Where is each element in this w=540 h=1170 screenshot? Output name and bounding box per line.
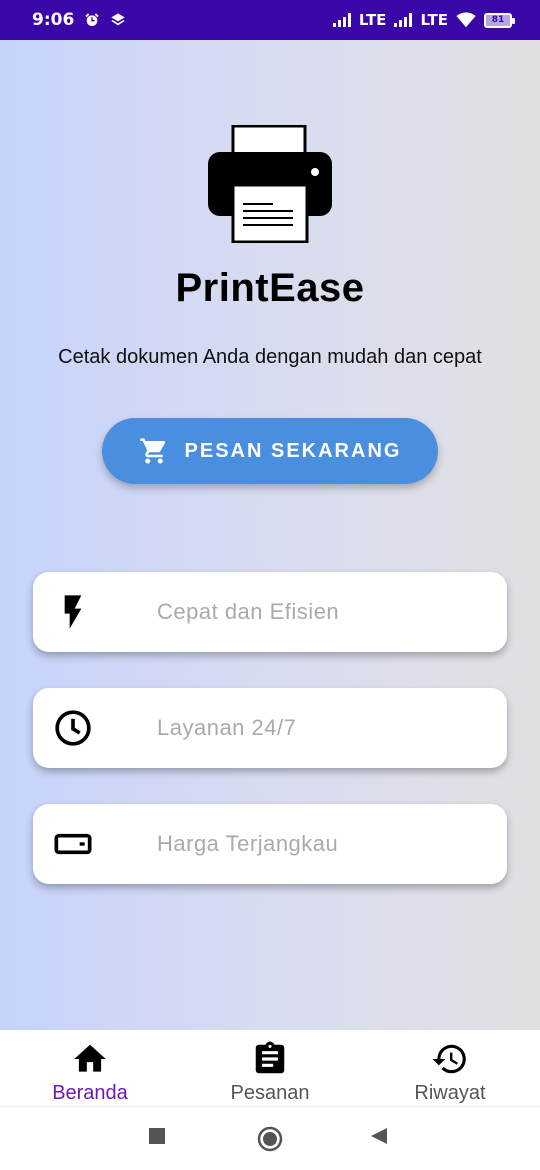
home-button[interactable]: [257, 1126, 283, 1152]
back-button[interactable]: [370, 1127, 388, 1145]
battery-level: 81: [491, 15, 505, 25]
battery-icon: 81: [484, 12, 515, 28]
wallet-icon: [54, 833, 92, 855]
nav-label: Beranda: [52, 1082, 128, 1104]
history-icon: [432, 1044, 466, 1074]
feature-label: Layanan 24/7: [157, 715, 297, 740]
feature-label: Cepat dan Efisien: [157, 599, 340, 624]
nav-label: Pesanan: [230, 1082, 310, 1104]
app-tagline: Cetak dokumen Anda dengan mudah dan cepa…: [58, 346, 482, 368]
clock-icon: [55, 710, 91, 746]
wifi-icon: [456, 12, 476, 28]
layers-icon: [111, 13, 125, 26]
recents-button[interactable]: [148, 1127, 166, 1145]
status-left: 9:06: [32, 10, 126, 30]
network-label-2: LTE: [420, 11, 448, 29]
main-content: PrintEase Cetak dokumen Anda dengan muda…: [0, 40, 540, 1030]
nav-item-riwayat[interactable]: Riwayat: [360, 1030, 540, 1106]
feature-card-service: Layanan 24/7: [33, 688, 507, 768]
clipboard-icon: [255, 1041, 285, 1074]
nav-item-pesanan[interactable]: Pesanan: [180, 1030, 360, 1106]
bolt-icon: [64, 595, 82, 629]
feature-card-fast: Cepat dan Efisien: [33, 572, 507, 652]
app-title: PrintEase: [175, 266, 365, 310]
printer-icon: [208, 125, 332, 243]
signal-icon-2: [394, 13, 413, 27]
nav-label: Riwayat: [414, 1082, 486, 1104]
feature-label: Harga Terjangkau: [157, 831, 339, 856]
home-icon: [74, 1044, 106, 1072]
signal-icon: [332, 13, 351, 27]
nav-item-beranda[interactable]: Beranda: [0, 1030, 180, 1106]
cart-icon: [139, 438, 165, 464]
order-now-button[interactable]: PESAN SEKARANG: [102, 418, 438, 484]
bottom-nav: Beranda Pesanan Riwayat: [0, 1030, 540, 1106]
status-right: LTE LTE 81: [332, 11, 515, 29]
network-label-1: LTE: [358, 11, 387, 29]
order-now-label: PESAN SEKARANG: [184, 439, 402, 462]
system-nav-bar: [0, 1106, 540, 1170]
status-bar: 9:06 LTE LTE 81: [0, 0, 540, 40]
alarm-icon: [85, 13, 99, 26]
feature-card-price: Harga Terjangkau: [33, 804, 507, 884]
status-time: 9:06: [32, 10, 75, 30]
